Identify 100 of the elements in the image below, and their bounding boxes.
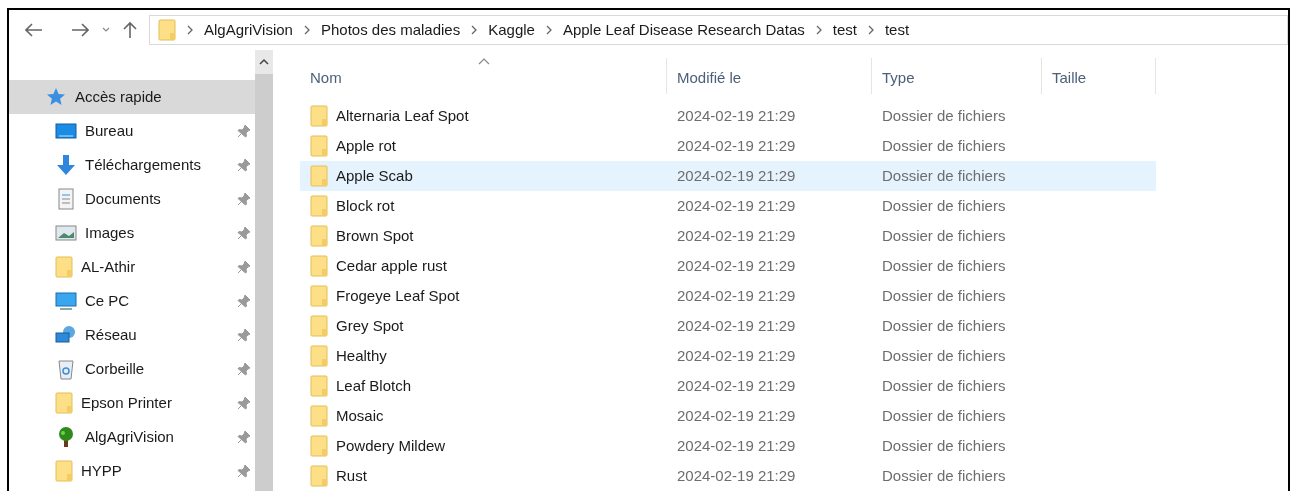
file-name: Apple Scab [336,165,413,186]
nav-item[interactable]: Accès rapide [9,80,255,114]
folder-icon [55,392,73,414]
address-bar[interactable]: AlgAgriVision Photos des maladies Kaggle Apple Leaf Disease Research Datas test test [149,15,1288,45]
file-name: Healthy [336,345,387,366]
file-name: Cedar apple rust [336,255,447,276]
file-type: Dossier de fichiers [881,255,1007,276]
column-header[interactable]: Modifié le [667,58,872,94]
breadcrumb-item[interactable]: Photos des maladies [320,18,461,42]
folder-icon [310,105,328,127]
forward-arrow-icon[interactable] [71,23,89,37]
pin-icon[interactable] [237,192,251,206]
pin-icon[interactable] [237,124,251,138]
modified-date: 2024-02-19 21:29 [676,375,797,396]
pin-icon[interactable] [237,396,251,410]
breadcrumb-item[interactable]: Apple Leaf Disease Research Datas [562,18,805,42]
folder-icon [55,256,73,278]
file-type: Dossier de fichiers [881,195,1007,216]
file-name: Block rot [336,195,395,216]
file-row[interactable]: Frogeye Leaf Spot 2024-02-19 21:29 Dossier de fichiers [300,281,1156,311]
up-arrow-icon[interactable] [123,21,137,39]
pin-icon[interactable] [237,430,251,444]
back-arrow-icon[interactable] [25,23,43,37]
nav-item[interactable]: Téléchargements [9,148,255,182]
file-name: Mosaic [336,405,384,426]
breadcrumb-item[interactable]: test [832,18,857,42]
nav-item[interactable]: Ce PC [9,284,255,318]
file-type: Dossier de fichiers [881,225,1007,246]
column-header[interactable]: Taille [1042,58,1156,94]
pin-icon[interactable] [237,226,251,240]
modified-date: 2024-02-19 21:29 [676,165,797,186]
nav-item[interactable]: AL-Athir [9,250,255,284]
folder-icon [310,285,328,307]
nav-item[interactable]: Réseau [9,318,255,352]
file-name: Powdery Mildew [336,435,446,456]
nav-item[interactable]: Documents [9,182,255,216]
file-row[interactable]: Grey Spot 2024-02-19 21:29 Dossier de fichiers [300,311,1156,341]
modified-date: 2024-02-19 21:29 [676,345,797,366]
scroll-up-icon[interactable] [259,58,269,66]
file-row[interactable]: Rust 2024-02-19 21:29 Dossier de fichiers [300,461,1156,491]
modified-date: 2024-02-19 21:29 [676,405,797,426]
pin-icon[interactable] [237,294,251,308]
file-row[interactable]: Powdery Mildew 2024-02-19 21:29 Dossier de fichiers [300,431,1156,461]
file-row[interactable]: Alternaria Leaf Spot 2024-02-19 21:29 Dossier de fichiers [300,101,1156,131]
nav-item[interactable]: Epson Printer [9,386,255,420]
nav-item[interactable]: Bureau [9,114,255,148]
file-row[interactable]: Mosaic 2024-02-19 21:29 Dossier de fichiers [300,401,1156,431]
file-row[interactable]: Block rot 2024-02-19 21:29 Dossier de fichiers [300,191,1156,221]
file-type: Dossier de fichiers [881,435,1007,456]
star-icon [45,86,67,108]
pin-icon[interactable] [237,260,251,274]
folder-icon [310,315,328,337]
breadcrumb-item[interactable]: Kaggle [488,18,535,42]
modified-date: 2024-02-19 21:29 [676,225,797,246]
file-name: Leaf Blotch [336,375,412,396]
file-type: Dossier de fichiers [881,105,1007,126]
file-row[interactable]: Leaf Blotch 2024-02-19 21:29 Dossier de fichiers [300,371,1156,401]
desktop-icon [55,120,77,142]
folder-icon [310,225,328,247]
file-row[interactable]: Healthy 2024-02-19 21:29 Dossier de fichiers [300,341,1156,371]
nav-item[interactable]: HYPP [9,454,255,488]
folder-icon [310,165,328,187]
pin-icon[interactable] [237,464,251,478]
breadcrumb-item[interactable]: test [884,18,910,42]
monitor-icon [55,290,77,312]
caret-icon[interactable] [101,26,111,34]
chevron-icon [814,25,823,35]
folder-icon [310,195,328,217]
nav-item[interactable]: AlgAgriVision [9,420,255,454]
file-type: Dossier de fichiers [881,465,1007,486]
file-type: Dossier de fichiers [881,285,1007,306]
file-row[interactable]: Apple rot 2024-02-19 21:29 Dossier de fichiers [300,131,1156,161]
chevron-icon [470,25,479,35]
nav-item[interactable]: Images [9,216,255,250]
modified-date: 2024-02-19 21:29 [676,135,797,156]
file-type: Dossier de fichiers [881,165,1007,186]
document-icon [55,188,77,210]
pin-icon[interactable] [237,362,251,376]
modified-date: 2024-02-19 21:29 [676,105,797,126]
file-name: Frogeye Leaf Spot [336,285,460,306]
file-row[interactable]: Brown Spot 2024-02-19 21:29 Dossier de fichiers [300,221,1156,251]
folder-icon [310,135,328,157]
nav-item[interactable]: Corbeille [9,352,255,386]
folder-icon [310,375,328,397]
recycle-bin-icon [55,358,77,380]
folder-icon [310,465,328,487]
folder-icon [158,19,176,41]
file-row[interactable]: Apple Scab 2024-02-19 21:29 Dossier de fichiers [300,161,1156,191]
file-name: Rust [336,465,367,486]
sort-caret-icon[interactable] [478,58,490,65]
pin-icon[interactable] [237,328,251,342]
breadcrumb-item[interactable]: AlgAgriVision [204,18,293,42]
file-row[interactable]: Cedar apple rust 2024-02-19 21:29 Dossier de fichiers [300,251,1156,281]
folder-icon [310,435,328,457]
column-header[interactable]: Nom [300,58,667,94]
column-header[interactable]: Type [872,58,1042,94]
chevron-icon [302,25,311,35]
folder-icon [55,460,73,482]
file-name: Alternaria Leaf Spot [336,105,469,126]
pin-icon[interactable] [237,158,251,172]
